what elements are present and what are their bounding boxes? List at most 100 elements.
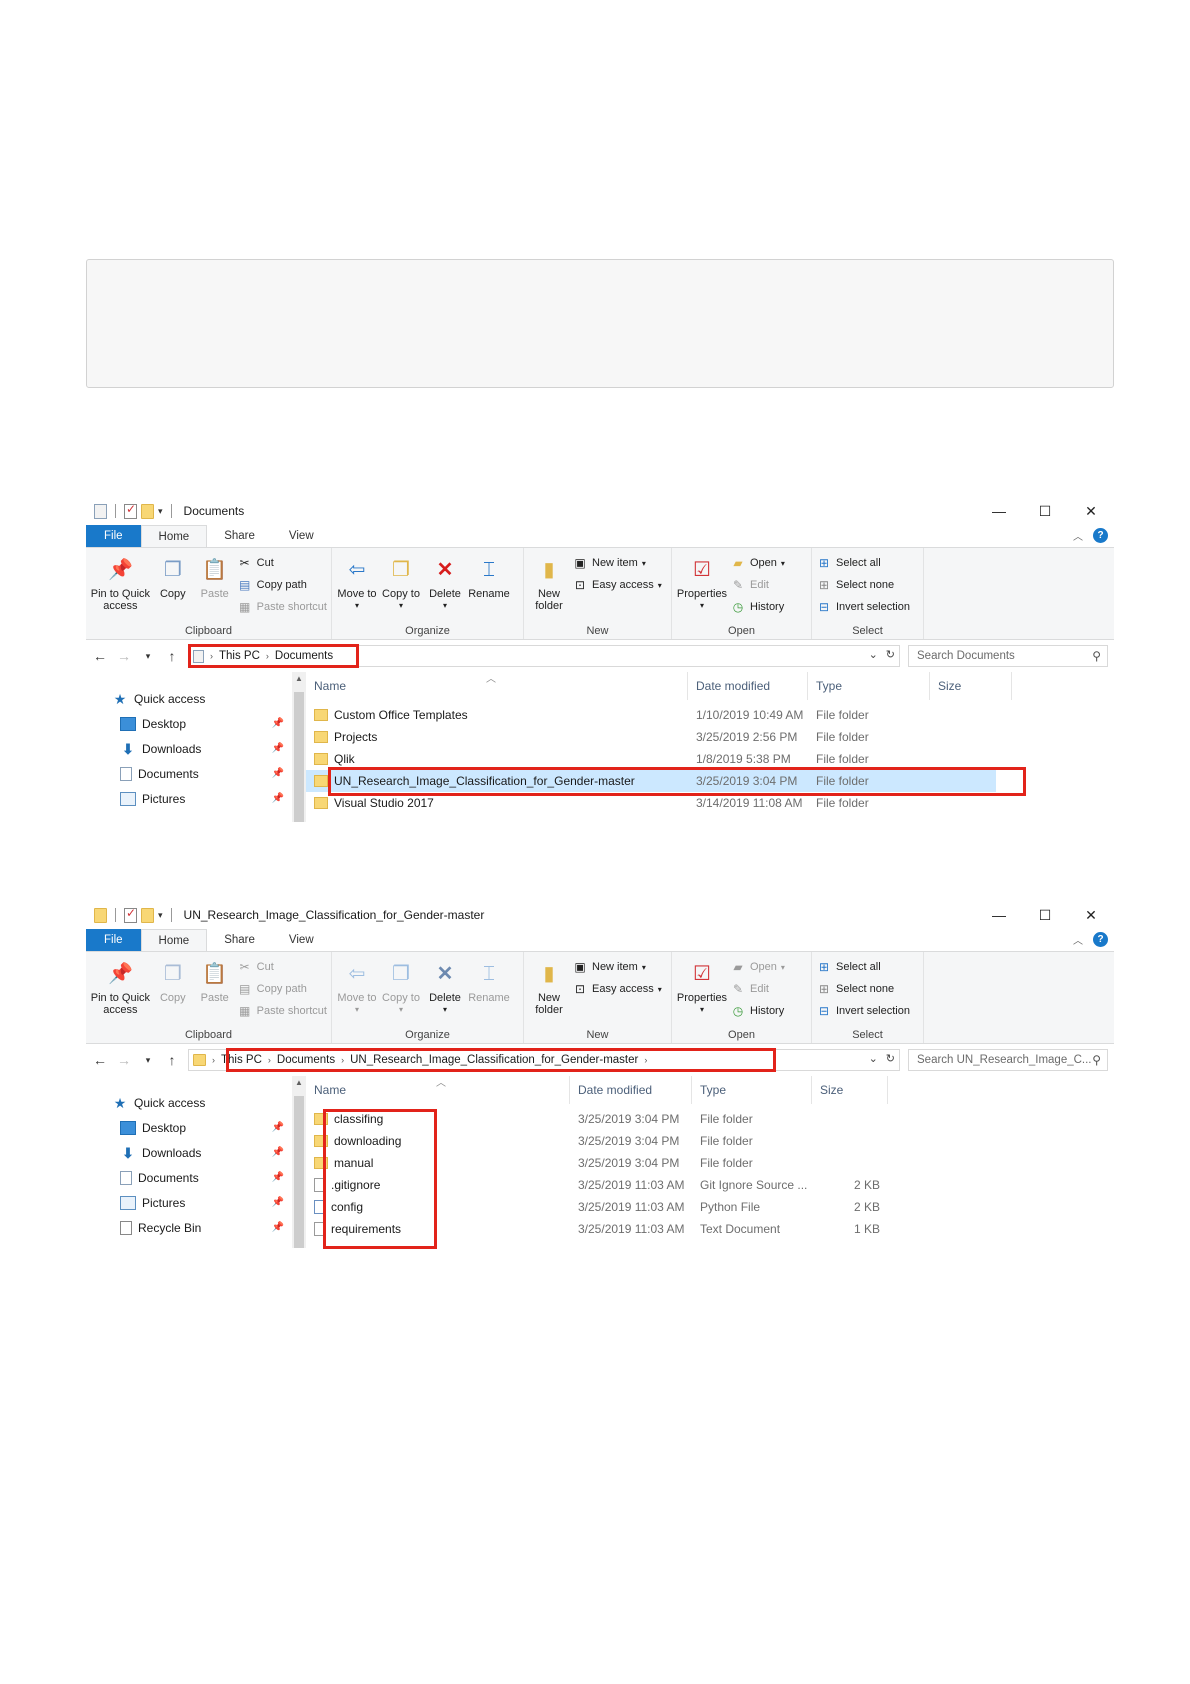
file-row[interactable]: .gitignore 3/25/2019 11:03 AM Git Ignore S… bbox=[306, 1174, 1114, 1196]
breadcrumb-this-pc[interactable]: This PC bbox=[221, 1054, 262, 1066]
edit-button[interactable]: ✎ Edit bbox=[730, 576, 785, 594]
column-size[interactable]: Size bbox=[812, 1076, 888, 1104]
help-icon[interactable]: ? bbox=[1093, 528, 1108, 543]
breadcrumb-documents[interactable]: Documents bbox=[277, 1054, 335, 1066]
cut-button[interactable]: ✂ Cut bbox=[237, 958, 327, 976]
nav-item-pictures[interactable]: Pictures 📌 bbox=[86, 786, 306, 811]
nav-item-pictures[interactable]: Pictures 📌 bbox=[86, 1190, 306, 1215]
tab-home[interactable]: Home bbox=[140, 929, 208, 951]
open-button[interactable]: ▰ Open ▾ bbox=[730, 554, 785, 572]
rename-button[interactable]: ⌶ Rename bbox=[468, 552, 510, 600]
properties-button[interactable]: ☑ Properties ▾ bbox=[676, 956, 728, 1016]
maximize-button[interactable]: ☐ bbox=[1022, 497, 1068, 525]
delete-button[interactable]: ✕ Delete ▾ bbox=[424, 552, 466, 612]
select-none-button[interactable]: ⊞ Select none bbox=[816, 576, 919, 594]
properties-icon[interactable] bbox=[124, 502, 137, 519]
address-dropdown-icon[interactable]: ⌄ bbox=[869, 1052, 878, 1065]
tab-share[interactable]: Share bbox=[207, 525, 272, 547]
tab-file[interactable]: File bbox=[86, 929, 141, 951]
minimize-button[interactable]: — bbox=[976, 901, 1022, 929]
file-row[interactable]: downloading 3/25/2019 3:04 PM File folder bbox=[306, 1130, 1114, 1152]
back-arrow-icon[interactable]: ← bbox=[92, 648, 108, 664]
address-dropdown-icon[interactable]: ⌄ bbox=[869, 648, 878, 661]
file-row[interactable]: config 3/25/2019 11:03 AM Python File 2 KB bbox=[306, 1196, 1114, 1218]
file-row-selected[interactable]: UN_Research_Image_Classification_for_Gen… bbox=[306, 770, 996, 792]
new-item-button[interactable]: ▣ New item ▾ bbox=[572, 958, 662, 976]
file-row[interactable]: Qlik 1/8/2019 5:38 PM File folder bbox=[306, 748, 1114, 770]
customize-dropdown-icon[interactable]: ▾ bbox=[158, 506, 163, 517]
scroll-up-icon[interactable]: ▲ bbox=[292, 1078, 306, 1087]
scroll-up-icon[interactable]: ▲ bbox=[292, 674, 306, 683]
file-row[interactable]: requirements 3/25/2019 11:03 AM Text Docum… bbox=[306, 1218, 1114, 1240]
paste-button[interactable]: 📋 Paste bbox=[195, 552, 235, 600]
up-arrow-icon[interactable]: ↑ bbox=[164, 1052, 180, 1068]
column-date-modified[interactable]: Date modified bbox=[570, 1076, 692, 1104]
scrollbar-thumb[interactable] bbox=[294, 692, 304, 822]
paste-shortcut-button[interactable]: ▦ Paste shortcut bbox=[237, 598, 327, 616]
copy-path-button[interactable]: ▤ Copy path bbox=[237, 980, 327, 998]
easy-access-button[interactable]: ⊡ Easy access ▾ bbox=[572, 576, 662, 594]
new-folder-button[interactable]: ▮ New folder bbox=[528, 956, 570, 1016]
column-name[interactable]: Name bbox=[306, 672, 688, 700]
nav-scrollbar[interactable]: ▲ bbox=[292, 672, 306, 822]
file-row[interactable]: Projects 3/25/2019 2:56 PM File folder bbox=[306, 726, 1114, 748]
tab-view[interactable]: View bbox=[272, 525, 331, 547]
file-row[interactable]: Visual Studio 2017 3/14/2019 11:08 AM File… bbox=[306, 792, 1114, 814]
minimize-button[interactable]: — bbox=[976, 497, 1022, 525]
nav-item-desktop[interactable]: Desktop 📌 bbox=[86, 1115, 306, 1140]
paste-button[interactable]: 📋 Paste bbox=[195, 956, 235, 1004]
search-box[interactable]: Search UN_Research_Image_C... ⚲ bbox=[908, 1049, 1108, 1071]
move-to-button[interactable]: ⇦ Move to ▾ bbox=[336, 552, 378, 612]
nav-item-quick-access[interactable]: ★ Quick access bbox=[86, 686, 306, 711]
copy-path-button[interactable]: ▤ Copy path bbox=[237, 576, 327, 594]
open-button[interactable]: ▰ Open ▾ bbox=[730, 958, 785, 976]
edit-button[interactable]: ✎ Edit bbox=[730, 980, 785, 998]
select-none-button[interactable]: ⊞ Select none bbox=[816, 980, 919, 998]
history-button[interactable]: ◷ History bbox=[730, 1002, 785, 1020]
copy-to-button[interactable]: ❐ Copy to ▾ bbox=[380, 956, 422, 1016]
column-date-modified[interactable]: Date modified bbox=[688, 672, 808, 700]
move-to-button[interactable]: ⇦ Move to ▾ bbox=[336, 956, 378, 1016]
breadcrumb-documents[interactable]: Documents bbox=[275, 650, 333, 662]
paste-shortcut-button[interactable]: ▦ Paste shortcut bbox=[237, 1002, 327, 1020]
address-bar[interactable]: › This PC › Documents ⌄ ↻ bbox=[188, 645, 900, 667]
copy-button[interactable]: ❐ Copy bbox=[153, 956, 193, 1004]
address-bar[interactable]: › This PC › Documents › UN_Research_Imag… bbox=[188, 1049, 900, 1071]
nav-item-documents[interactable]: Documents 📌 bbox=[86, 1165, 306, 1190]
nav-item-recycle-bin[interactable]: Recycle Bin 📌 bbox=[86, 1215, 306, 1240]
forward-arrow-icon[interactable]: → bbox=[116, 648, 132, 664]
copy-button[interactable]: ❐ Copy bbox=[153, 552, 193, 600]
back-arrow-icon[interactable]: ← bbox=[92, 1052, 108, 1068]
nav-item-downloads[interactable]: ⬇ Downloads 📌 bbox=[86, 736, 306, 761]
invert-selection-button[interactable]: ⊟ Invert selection bbox=[816, 1002, 919, 1020]
column-size[interactable]: Size bbox=[930, 672, 1012, 700]
search-box[interactable]: Search Documents ⚲ bbox=[908, 645, 1108, 667]
customize-dropdown-icon[interactable]: ▾ bbox=[158, 910, 163, 921]
close-button[interactable]: ✕ bbox=[1068, 497, 1114, 525]
scrollbar-thumb[interactable] bbox=[294, 1096, 304, 1248]
cut-button[interactable]: ✂ Cut bbox=[237, 554, 327, 572]
column-type[interactable]: Type bbox=[692, 1076, 812, 1104]
new-item-button[interactable]: ▣ New item ▾ bbox=[572, 554, 662, 572]
properties-button[interactable]: ☑ Properties ▾ bbox=[676, 552, 728, 612]
tab-file[interactable]: File bbox=[86, 525, 141, 547]
invert-selection-button[interactable]: ⊟ Invert selection bbox=[816, 598, 919, 616]
nav-item-downloads[interactable]: ⬇ Downloads 📌 bbox=[86, 1140, 306, 1165]
new-folder-icon[interactable] bbox=[141, 503, 154, 519]
help-icon[interactable]: ? bbox=[1093, 932, 1108, 947]
nav-item-quick-access[interactable]: ★ Quick access bbox=[86, 1090, 306, 1115]
pin-to-quick-access-button[interactable]: 📌 Pin to Quick access bbox=[90, 552, 151, 612]
new-folder-icon[interactable] bbox=[141, 907, 154, 923]
file-row[interactable]: Custom Office Templates 1/10/2019 10:49 A… bbox=[306, 704, 1114, 726]
tab-view[interactable]: View bbox=[272, 929, 331, 951]
delete-button[interactable]: ✕ Delete ▾ bbox=[424, 956, 466, 1016]
rename-button[interactable]: ⌶ Rename bbox=[468, 956, 510, 1004]
select-all-button[interactable]: ⊞ Select all bbox=[816, 554, 919, 572]
up-arrow-icon[interactable]: ↑ bbox=[164, 648, 180, 664]
pin-to-quick-access-button[interactable]: 📌 Pin to Quick access bbox=[90, 956, 151, 1016]
close-button[interactable]: ✕ bbox=[1068, 901, 1114, 929]
minimize-ribbon-icon[interactable]: ︿ bbox=[1073, 932, 1083, 947]
recent-locations-icon[interactable]: ▾ bbox=[140, 1055, 156, 1066]
file-row[interactable]: classifing 3/25/2019 3:04 PM File folder bbox=[306, 1108, 1114, 1130]
easy-access-button[interactable]: ⊡ Easy access ▾ bbox=[572, 980, 662, 998]
